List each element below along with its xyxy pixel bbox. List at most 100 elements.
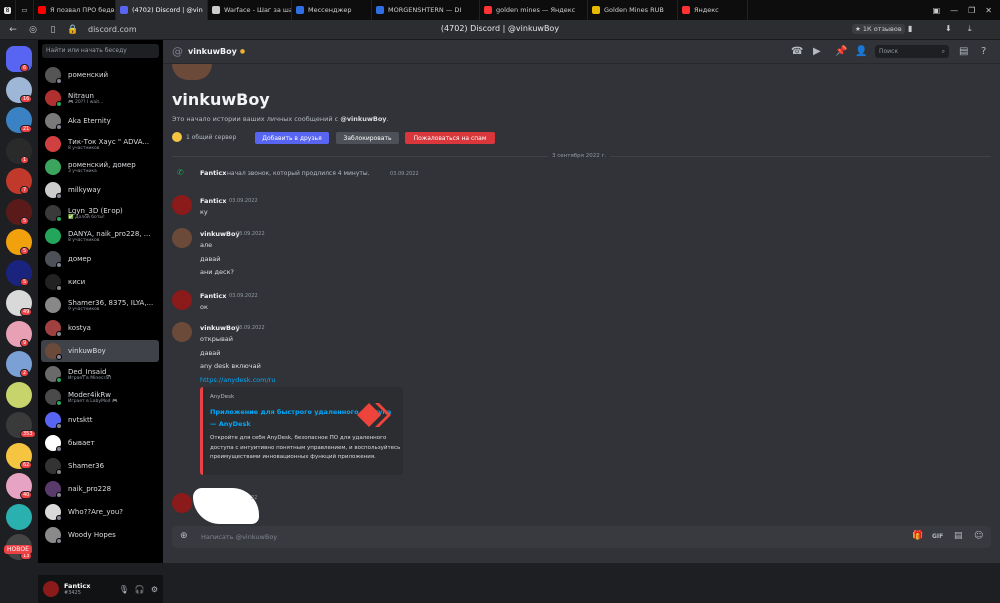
dm-item[interactable]: vinkuwBoy xyxy=(41,340,159,362)
dm-item[interactable]: Shamer36 xyxy=(41,455,159,477)
status-indicator xyxy=(56,124,62,130)
back-icon[interactable]: ← xyxy=(6,23,20,37)
dm-text: Aka Eternity xyxy=(68,117,111,125)
restore-icon[interactable]: ❐ xyxy=(968,6,975,15)
dm-item[interactable]: Тик-Ток Хаус " ADVA... 8 участников xyxy=(41,133,159,155)
dm-item[interactable]: домер xyxy=(41,248,159,270)
dm-item[interactable]: kostya xyxy=(41,317,159,339)
dm-item[interactable]: Ded_Insaid_ Играет в Minecraft xyxy=(41,363,159,385)
close-window-icon[interactable]: ✕ xyxy=(985,6,992,15)
dm-item[interactable]: naik_pro228 xyxy=(41,478,159,500)
message-text: але xyxy=(200,241,213,249)
bookmark-page-icon[interactable]: ▮ xyxy=(908,24,912,33)
dm-item[interactable]: Nitraun 🎮 20?? I wait... xyxy=(41,87,159,109)
dm-item[interactable]: роменский xyxy=(41,64,159,86)
message-author[interactable]: Fanticx xyxy=(200,197,226,205)
server-icon[interactable] xyxy=(6,381,32,408)
collections-icon[interactable]: ▣ xyxy=(933,6,941,15)
attach-plus-icon[interactable]: ⊕ xyxy=(180,531,188,541)
browser-tab[interactable]: MORGENSHTERN — DI xyxy=(372,0,480,20)
message-avatar[interactable] xyxy=(172,322,192,342)
dm-item[interactable]: milkyway xyxy=(41,179,159,201)
browser-tab[interactable]: Я позвал ПРО бедварс xyxy=(34,0,116,20)
dm-name: киси xyxy=(68,278,86,286)
status-indicator xyxy=(56,423,62,429)
message-avatar[interactable] xyxy=(172,290,192,310)
tab-counter[interactable]: 8 xyxy=(0,0,16,20)
dm-item[interactable]: Shamer36, 8375, ILYA,... 9 участников xyxy=(41,294,159,316)
intro-text-prefix: Это начало истории ваших личных сообщени… xyxy=(172,115,341,123)
dm-avatar xyxy=(45,504,62,521)
gif-icon[interactable]: GIF xyxy=(932,533,943,540)
settings-icon[interactable]: ⚙ xyxy=(151,585,158,594)
headphones-icon[interactable]: 🎧 xyxy=(135,585,145,594)
message-author[interactable]: vinkuwBoy xyxy=(200,230,240,238)
dm-item[interactable]: DANYA, naik_pro228, ... 8 участников xyxy=(41,225,159,247)
dm-item[interactable]: nvtsktt xyxy=(41,409,159,431)
add-member-icon[interactable]: 👤 xyxy=(855,46,867,57)
dm-text: Who??Are_you? xyxy=(68,508,123,516)
home-icon[interactable]: ◎ xyxy=(26,23,40,37)
dm-text: Shamer36, 8375, ILYA,... 9 участников xyxy=(68,299,153,312)
browser-tab[interactable]: Яндекс xyxy=(678,0,748,20)
dm-name: vinkuwBoy xyxy=(68,347,106,355)
tab-list-icon[interactable]: ▭ xyxy=(16,0,34,20)
browser-tab[interactable]: Мессенджер xyxy=(292,0,372,20)
message-link[interactable]: https://anydesk.com/ru xyxy=(200,376,275,384)
dm-item[interactable]: Moder4ikRw Играет в LabyMod 🎮 xyxy=(41,386,159,408)
browser-tab[interactable]: Warface - Шаг за шагом xyxy=(208,0,292,20)
message-avatar[interactable] xyxy=(172,228,192,248)
dm-item[interactable]: киси xyxy=(41,271,159,293)
downloads-icon[interactable]: ⤓ xyxy=(968,24,972,34)
extensions-icon[interactable]: ⬇ xyxy=(945,24,952,33)
browser-tab[interactable]: Golden Mines RUB xyxy=(588,0,678,20)
browser-tab[interactable]: (4702) Discord | @vin xyxy=(116,0,208,20)
dm-item[interactable]: роменский, домер 3 участника xyxy=(41,156,159,178)
new-badge[interactable]: НОВОЕ xyxy=(4,545,32,554)
dm-avatar xyxy=(45,159,61,175)
dm-avatar xyxy=(45,458,62,475)
sticker-icon[interactable]: ▤ xyxy=(954,531,963,541)
inbox-icon[interactable]: ▤ xyxy=(959,46,968,57)
emoji-icon[interactable]: ☺ xyxy=(974,531,983,541)
address-url[interactable]: discord.com xyxy=(88,25,137,34)
message-time: 03.09.2022 xyxy=(229,293,258,299)
embed-provider[interactable]: AnyDesk xyxy=(210,394,234,400)
status-indicator xyxy=(56,101,62,107)
call-author[interactable]: Fanticx xyxy=(200,169,226,177)
dm-item[interactable]: Woody Hopes xyxy=(41,524,159,546)
dm-avatar xyxy=(45,343,62,360)
browser-address-bar: ← ◎ ▯ 🔒 discord.com (4702) Discord | @vi… xyxy=(0,20,1000,40)
message-composer[interactable]: ⊕ Написать @vinkuwBoy 🎁 GIF ▤ ☺ xyxy=(172,526,991,548)
minimize-icon[interactable]: — xyxy=(950,6,958,15)
add-friend-button[interactable]: Добавить в друзья xyxy=(255,132,329,144)
server-icon[interactable] xyxy=(6,503,32,530)
chat-area: @ vinkuwBoy ● ☎ ▶ 📌 👤 Поиск ⌕ ▤ ? vinkuw… xyxy=(163,40,1000,563)
dm-item[interactable]: Who??Are_you? xyxy=(41,501,159,523)
message-avatar[interactable] xyxy=(172,195,192,215)
mutual-servers[interactable]: 1 общий сервер xyxy=(172,132,236,142)
bookmark-icon[interactable]: ▯ xyxy=(46,23,60,37)
dm-search-input[interactable]: Найти или начать беседу xyxy=(42,44,159,58)
report-spam-button[interactable]: Пожаловаться на спам xyxy=(405,132,495,144)
gift-icon[interactable]: 🎁 xyxy=(912,531,923,541)
block-button[interactable]: Заблокировать xyxy=(336,132,399,144)
message-author[interactable]: vinkuwBoy xyxy=(200,324,240,332)
server-mention-badge: 16 xyxy=(20,94,33,103)
message-avatar[interactable] xyxy=(172,493,192,513)
pin-icon[interactable]: 📌 xyxy=(835,46,847,57)
dm-item[interactable]: Lgyn_3D (Егор) ✅ Долой боты! xyxy=(41,202,159,224)
voice-call-icon[interactable]: ☎ xyxy=(791,46,803,57)
help-icon[interactable]: ? xyxy=(981,46,986,57)
header-search-input[interactable]: Поиск ⌕ xyxy=(875,45,949,58)
message-author[interactable]: Fanticx xyxy=(200,292,226,300)
dm-text: Shamer36 xyxy=(68,462,104,470)
mute-icon[interactable]: 🎙 xyxy=(119,585,129,594)
dm-item[interactable]: бывает xyxy=(41,432,159,454)
browser-tab[interactable]: golden mines — Яндекс xyxy=(480,0,588,20)
video-call-icon[interactable]: ▶ xyxy=(813,46,821,57)
reviews-button[interactable]: ★ 1К отзывов xyxy=(852,24,905,34)
user-avatar[interactable] xyxy=(43,581,59,597)
server-mention-badge: 1 xyxy=(20,155,30,164)
dm-item[interactable]: Aka Eternity xyxy=(41,110,159,132)
